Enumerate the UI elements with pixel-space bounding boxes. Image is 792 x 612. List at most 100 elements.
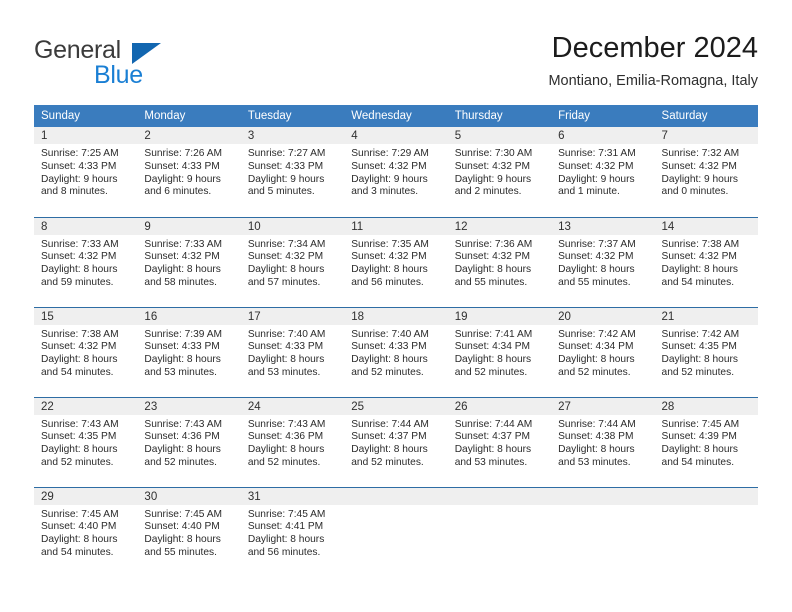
day-cell[interactable]: 26 Sunrise: 7:44 AM Sunset: 4:37 PM Dayligh… bbox=[447, 396, 552, 487]
sunrise-text: Sunrise: 7:36 AM bbox=[454, 238, 533, 250]
daylight-text-line1: Daylight: 9 hours bbox=[661, 173, 738, 185]
sunset-text: Sunset: 4:33 PM bbox=[247, 341, 324, 353]
sunset-text: Sunset: 4:32 PM bbox=[558, 160, 634, 172]
day-cell[interactable]: 24 Sunrise: 7:43 AM Sunset: 4:36 PM Dayligh… bbox=[240, 396, 345, 487]
page-title: December 2024 bbox=[551, 32, 758, 64]
daylight-text-line2: and 8 minutes. bbox=[41, 186, 108, 198]
day-cell[interactable]: 23 Sunrise: 7:43 AM Sunset: 4:36 PM Dayligh… bbox=[137, 396, 241, 487]
day-cell[interactable]: 1 Sunrise: 7:25 AM Sunset: 4:33 PM Daylight… bbox=[34, 127, 138, 217]
daylight-text-line2: and 52 minutes. bbox=[558, 366, 631, 378]
daylight-text-line2: and 59 minutes. bbox=[41, 276, 114, 288]
day-cell[interactable]: 21 Sunrise: 7:42 AM Sunset: 4:35 PM Dayligh… bbox=[654, 306, 758, 397]
daylight-text-line1: Daylight: 8 hours bbox=[144, 264, 221, 276]
sunset-text: Sunset: 4:32 PM bbox=[454, 160, 531, 172]
day-cell[interactable]: 18 Sunrise: 7:40 AM Sunset: 4:33 PM Dayligh… bbox=[344, 306, 448, 397]
day-cell[interactable]: 27 Sunrise: 7:44 AM Sunset: 4:38 PM Dayligh… bbox=[551, 396, 655, 487]
sunrise-text: Sunrise: 7:42 AM bbox=[661, 328, 740, 340]
day-cell[interactable]: 22 Sunrise: 7:43 AM Sunset: 4:35 PM Dayligh… bbox=[34, 396, 138, 487]
day-number: 16 bbox=[137, 307, 241, 325]
sunset-text: Sunset: 4:35 PM bbox=[661, 341, 737, 353]
day-cell[interactable]: 4 Sunrise: 7:29 AM Sunset: 4:32 PM Daylight… bbox=[344, 127, 448, 217]
day-details: Sunrise: 7:40 AM Sunset: 4:33 PM Daylight:… bbox=[344, 325, 447, 380]
day-cell[interactable]: 7 Sunrise: 7:32 AM Sunset: 4:32 PM Daylight… bbox=[654, 127, 758, 217]
sunset-text: Sunset: 4:35 PM bbox=[41, 431, 117, 443]
day-cell[interactable]: 12 Sunrise: 7:36 AM Sunset: 4:32 PM Dayligh… bbox=[447, 216, 552, 307]
sunrise-text: Sunrise: 7:44 AM bbox=[454, 418, 533, 430]
daylight-text-line2: and 55 minutes. bbox=[144, 546, 217, 558]
sunrise-text: Sunrise: 7:33 AM bbox=[144, 238, 223, 250]
day-number: 15 bbox=[34, 307, 138, 325]
day-cell[interactable]: 20 Sunrise: 7:42 AM Sunset: 4:34 PM Dayligh… bbox=[551, 306, 655, 397]
sunset-text: Sunset: 4:39 PM bbox=[661, 431, 737, 443]
day-details bbox=[448, 505, 551, 509]
day-details: Sunrise: 7:29 AM Sunset: 4:32 PM Daylight:… bbox=[344, 144, 447, 199]
day-cell[interactable]: 15 Sunrise: 7:38 AM Sunset: 4:32 PM Dayligh… bbox=[34, 306, 138, 397]
day-cell[interactable]: 16 Sunrise: 7:39 AM Sunset: 4:33 PM Dayligh… bbox=[137, 306, 241, 397]
day-cell[interactable]: 9 Sunrise: 7:33 AM Sunset: 4:32 PM Daylight… bbox=[137, 216, 241, 307]
day-number: 11 bbox=[344, 217, 448, 235]
day-cell[interactable]: 14 Sunrise: 7:38 AM Sunset: 4:32 PM Dayligh… bbox=[654, 216, 758, 307]
day-number: 30 bbox=[137, 487, 241, 505]
daylight-text-line2: and 52 minutes. bbox=[41, 456, 114, 468]
day-number: 4 bbox=[344, 127, 448, 144]
day-cell[interactable]: 13 Sunrise: 7:37 AM Sunset: 4:32 PM Dayligh… bbox=[551, 216, 655, 307]
sunset-text: Sunset: 4:34 PM bbox=[454, 341, 531, 353]
day-cell[interactable]: 31 Sunrise: 7:45 AM Sunset: 4:41 PM Dayligh… bbox=[240, 486, 345, 577]
day-details: Sunrise: 7:36 AM Sunset: 4:32 PM Daylight:… bbox=[448, 235, 551, 290]
day-details bbox=[551, 505, 654, 509]
daylight-text-line1: Daylight: 8 hours bbox=[351, 264, 428, 276]
day-cell[interactable]: 30 Sunrise: 7:45 AM Sunset: 4:40 PM Dayligh… bbox=[137, 486, 241, 577]
daylight-text-line2: and 57 minutes. bbox=[247, 276, 321, 288]
day-cell[interactable]: 10 Sunrise: 7:34 AM Sunset: 4:32 PM Dayligh… bbox=[240, 216, 345, 307]
daylight-text-line1: Daylight: 8 hours bbox=[247, 354, 325, 366]
calendar-grid: Sunday Monday Tuesday Wednesday Thursday Frid… bbox=[34, 105, 758, 577]
daylight-text-line1: Daylight: 8 hours bbox=[41, 264, 118, 276]
sunset-text: Sunset: 4:36 PM bbox=[144, 431, 220, 443]
day-cell[interactable]: 28 Sunrise: 7:45 AM Sunset: 4:39 PM Dayligh… bbox=[654, 396, 758, 487]
daylight-text-line2: and 53 minutes. bbox=[454, 456, 528, 468]
daylight-text-line1: Daylight: 8 hours bbox=[558, 264, 635, 276]
daylight-text-line2: and 55 minutes. bbox=[454, 276, 528, 288]
sunrise-text: Sunrise: 7:25 AM bbox=[41, 148, 119, 159]
daylight-text-line1: Daylight: 8 hours bbox=[351, 444, 428, 456]
day-cell[interactable]: 3 Sunrise: 7:27 AM Sunset: 4:33 PM Daylight… bbox=[240, 127, 345, 217]
day-cell-empty bbox=[654, 486, 758, 577]
day-details: Sunrise: 7:25 AM Sunset: 4:33 PM Daylight:… bbox=[34, 144, 137, 199]
day-number: 8 bbox=[34, 217, 138, 235]
daylight-text-line2: and 54 minutes. bbox=[661, 456, 735, 468]
daylight-text-line1: Daylight: 9 hours bbox=[351, 173, 428, 185]
day-cell-empty bbox=[551, 486, 655, 577]
generalblue-logo[interactable]: General Blue bbox=[34, 36, 234, 90]
sunrise-text: Sunrise: 7:38 AM bbox=[41, 328, 119, 340]
daylight-text-line2: and 52 minutes. bbox=[247, 456, 321, 468]
day-details: Sunrise: 7:26 AM Sunset: 4:33 PM Daylight:… bbox=[137, 144, 240, 199]
sunrise-text: Sunrise: 7:44 AM bbox=[558, 418, 636, 430]
daylight-text-line1: Daylight: 8 hours bbox=[454, 354, 532, 366]
day-number: 23 bbox=[137, 397, 241, 415]
day-cell[interactable]: 25 Sunrise: 7:44 AM Sunset: 4:37 PM Dayligh… bbox=[344, 396, 448, 487]
sunrise-text: Sunrise: 7:41 AM bbox=[454, 328, 533, 340]
day-cell[interactable]: 5 Sunrise: 7:30 AM Sunset: 4:32 PM Daylight… bbox=[447, 127, 552, 217]
weekday-header-tuesday: Tuesday bbox=[240, 105, 345, 127]
day-cell[interactable]: 29 Sunrise: 7:45 AM Sunset: 4:40 PM Dayligh… bbox=[34, 486, 138, 577]
sunset-text: Sunset: 4:33 PM bbox=[41, 160, 117, 172]
day-cell[interactable]: 6 Sunrise: 7:31 AM Sunset: 4:32 PM Daylight… bbox=[551, 127, 655, 217]
day-cell[interactable]: 2 Sunrise: 7:26 AM Sunset: 4:33 PM Daylight… bbox=[137, 127, 241, 217]
daylight-text-line2: and 54 minutes. bbox=[41, 546, 114, 558]
sunset-text: Sunset: 4:40 PM bbox=[41, 521, 117, 533]
daylight-text-line2: and 53 minutes. bbox=[144, 366, 217, 378]
day-number: 28 bbox=[654, 397, 758, 415]
day-cell[interactable]: 11 Sunrise: 7:35 AM Sunset: 4:32 PM Dayligh… bbox=[344, 216, 448, 307]
title-block: December 2024 Montiano, Emilia-Romagna, … bbox=[548, 30, 758, 90]
day-details: Sunrise: 7:43 AM Sunset: 4:36 PM Daylight:… bbox=[241, 415, 344, 470]
day-cell[interactable]: 8 Sunrise: 7:33 AM Sunset: 4:32 PM Daylight… bbox=[34, 216, 138, 307]
page-subtitle: Montiano, Emilia-Romagna, Italy bbox=[548, 73, 758, 89]
sunrise-text: Sunrise: 7:45 AM bbox=[661, 418, 740, 430]
day-details bbox=[655, 505, 758, 509]
daylight-text-line2: and 53 minutes. bbox=[558, 456, 631, 468]
day-details: Sunrise: 7:33 AM Sunset: 4:32 PM Daylight:… bbox=[137, 235, 240, 290]
daylight-text-line2: and 2 minutes. bbox=[454, 186, 522, 198]
day-cell[interactable]: 19 Sunrise: 7:41 AM Sunset: 4:34 PM Dayligh… bbox=[447, 306, 552, 397]
day-cell[interactable]: 17 Sunrise: 7:40 AM Sunset: 4:33 PM Dayligh… bbox=[240, 306, 345, 397]
day-details: Sunrise: 7:37 AM Sunset: 4:32 PM Daylight:… bbox=[551, 235, 654, 290]
